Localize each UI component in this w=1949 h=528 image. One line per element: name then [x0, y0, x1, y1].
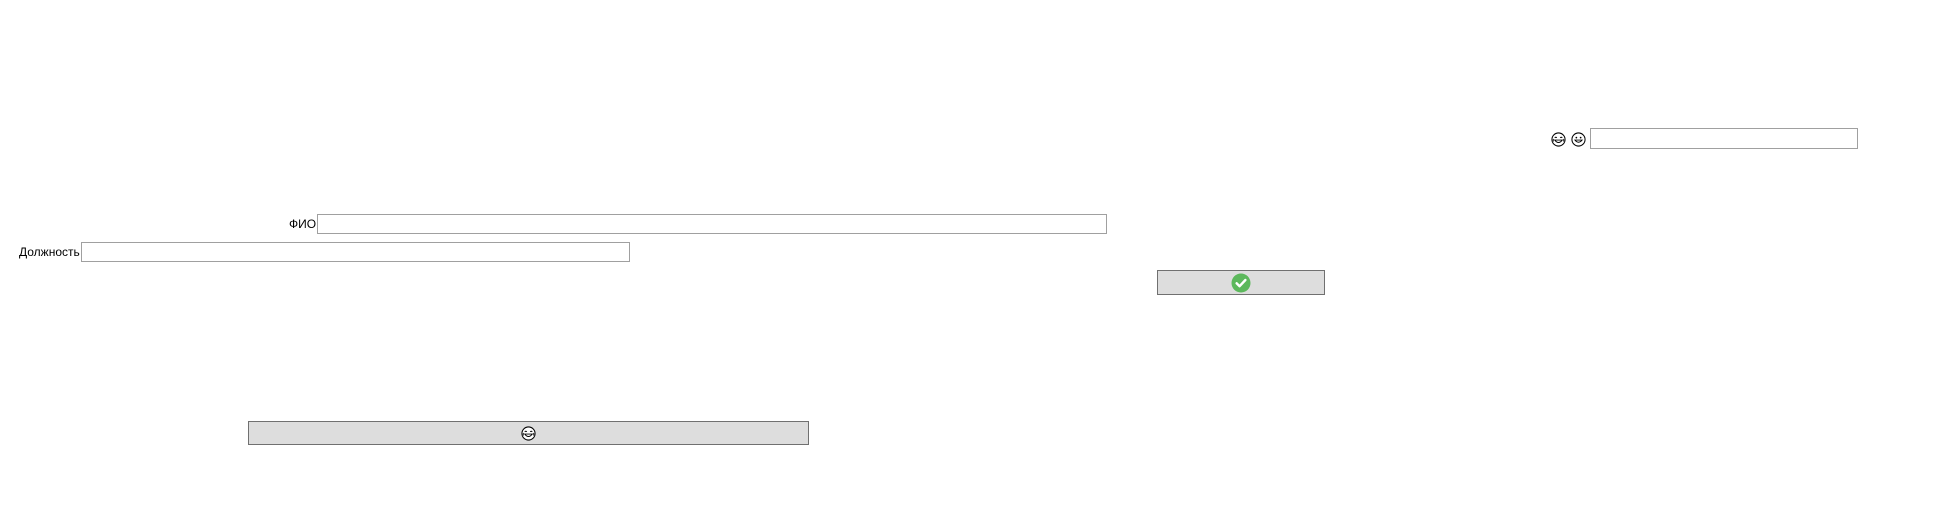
fio-label: ФИО [289, 217, 317, 231]
grinning-tears-icon [521, 425, 536, 441]
grinning-tears-icon [1551, 132, 1566, 147]
confirm-button[interactable] [1157, 270, 1325, 295]
smiley-icon [1571, 132, 1586, 147]
emoji-button[interactable] [248, 421, 809, 445]
position-field[interactable] [81, 242, 630, 262]
position-label: Должность [19, 245, 80, 259]
green-check-circle-icon [1231, 273, 1251, 293]
top-search-input[interactable] [1590, 128, 1858, 149]
fio-field[interactable] [317, 214, 1107, 234]
